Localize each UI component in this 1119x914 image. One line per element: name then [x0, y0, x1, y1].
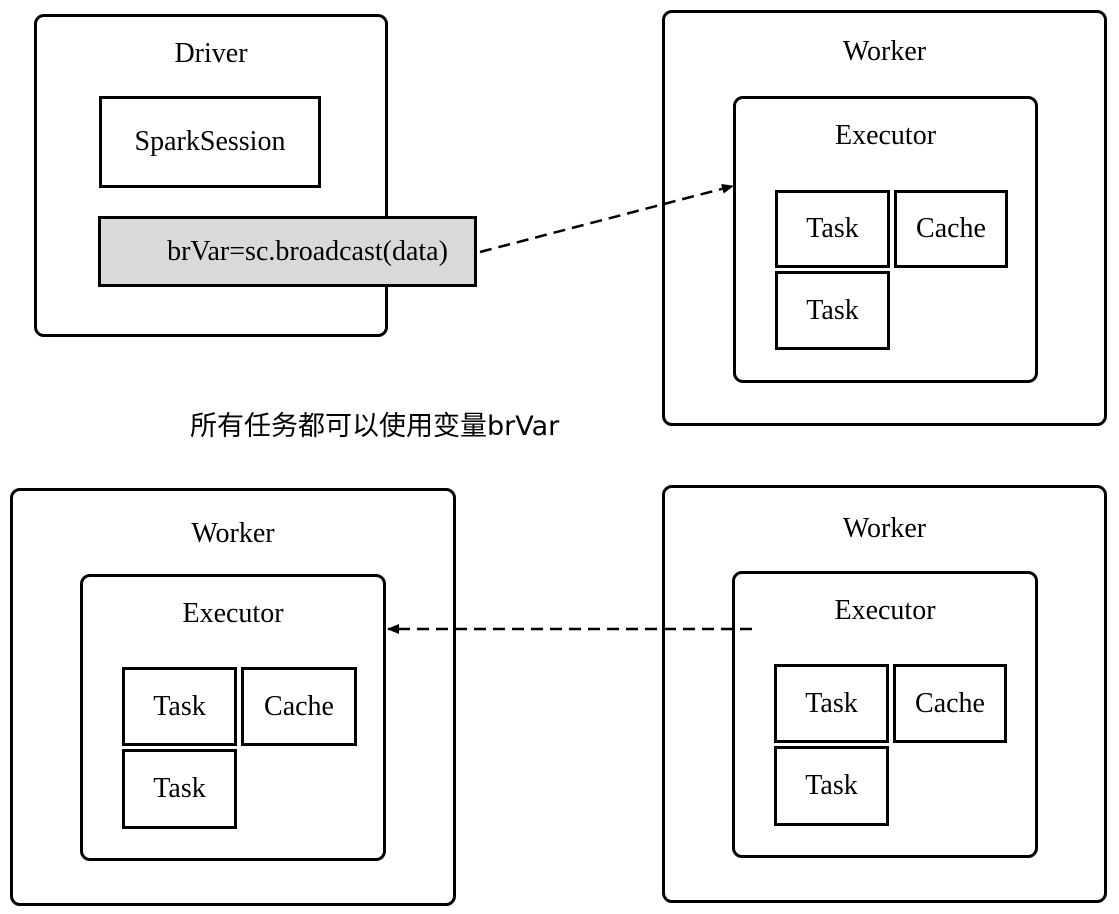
task-bottom-left-2: Task [122, 749, 237, 829]
cache-bottom-right: Cache [893, 664, 1007, 743]
executor-top-right-title: Executor [834, 120, 937, 151]
task-bottom-left-1: Task [122, 667, 237, 746]
driver-title: Driver [174, 38, 248, 69]
broadcast-variable-box: brVar=sc.broadcast(data) [98, 216, 477, 287]
task-top-right-1: Task [775, 190, 890, 268]
caption-text: 所有任务都可以使用变量brVar [190, 411, 560, 442]
executor-bottom-right-title: Executor [834, 595, 936, 626]
worker-bottom-right-title: Worker [842, 513, 927, 544]
worker-top-right-title: Worker [842, 36, 927, 67]
worker-bottom-left-title: Worker [191, 518, 275, 549]
executor-bottom-left-title: Executor [182, 598, 284, 629]
task-bottom-right-2: Task [774, 746, 889, 826]
cache-top-right: Cache [894, 190, 1008, 268]
task-top-right-2: Task [775, 271, 890, 350]
cache-bottom-left: Cache [241, 667, 357, 746]
spark-session-box: SparkSession [99, 96, 321, 188]
task-bottom-right-1: Task [774, 664, 889, 743]
